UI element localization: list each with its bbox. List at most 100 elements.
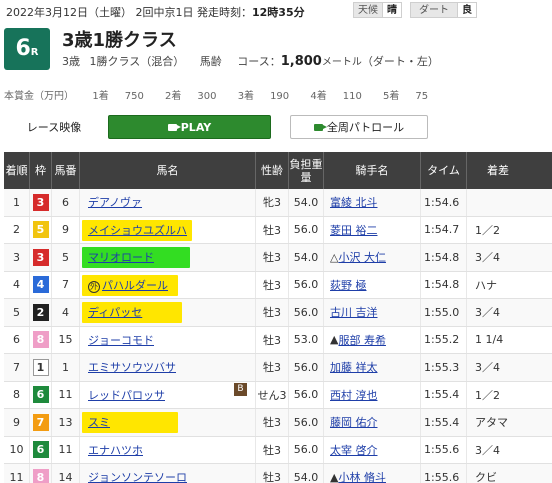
rank: 2 (4, 216, 30, 243)
horse-name-link[interactable]: 外パハルダール (88, 277, 168, 293)
patrol-button[interactable]: 全周パトロール (290, 115, 428, 139)
jockey-name-link[interactable]: 小沢 大仁 (338, 249, 386, 265)
horse-name-link[interactable]: スミ (88, 414, 110, 430)
jockey-name-link[interactable]: 加藤 祥太 (330, 359, 378, 375)
jockey-name-link[interactable]: 太宰 啓介 (330, 442, 378, 458)
margin: 3／4 (475, 361, 500, 375)
rank: 7 (4, 354, 30, 381)
waku-badge: 3 (32, 248, 49, 266)
course-label: コース： (237, 55, 281, 68)
horse-name: メイショウユズルハ (88, 223, 187, 237)
finish-time: 1:54.6 (421, 189, 467, 216)
horse-name-link[interactable]: ディパッセ (88, 304, 142, 320)
margin: 3／4 (475, 306, 500, 320)
horse-name-link[interactable]: ジョーコモド (88, 332, 154, 348)
carried-weight: 56.0 (289, 409, 324, 436)
horse-name-link[interactable]: メイショウユズルハ (88, 222, 187, 238)
jockey-name-link[interactable]: 荻野 極 (330, 277, 367, 293)
prize-place-5: 5着 (383, 91, 400, 102)
horse-name: パハルダール (102, 278, 168, 292)
jockey-name-link[interactable]: 古川 吉洋 (330, 304, 378, 320)
jockey-cell: ▲ 小林 脩斗 (324, 464, 421, 483)
horse-cell: スミ (80, 409, 256, 436)
sex-age: 牡3 (256, 271, 289, 298)
jockey-apprentice-mark: ▲ (330, 470, 339, 483)
prize-label: 本賞金（万円） (4, 91, 74, 102)
sex-age: 牡3 (256, 409, 289, 436)
finish-time: 1:54.7 (421, 216, 467, 243)
carried-weight: 56.0 (289, 381, 324, 408)
sex-age: せん3 (256, 381, 289, 408)
horse-number: 1 (52, 354, 80, 381)
track-value: 良 (458, 2, 477, 18)
track-label: ダート (410, 2, 458, 18)
horse-number: 14 (52, 464, 80, 483)
carried-weight: 56.0 (289, 271, 324, 298)
finish-time: 1:55.6 (421, 464, 467, 483)
margin: アタマ (475, 416, 508, 430)
header-jockey: 騎手名 (324, 152, 421, 189)
waku-cell: 4 (30, 271, 52, 298)
start-time: 12時35分 (251, 6, 305, 19)
header-horse: 馬名 (80, 152, 256, 189)
waku-badge: 4 (32, 276, 49, 294)
waku-cell: 6 (30, 381, 52, 408)
horse-name-link[interactable]: エミサソウツバサ (88, 359, 176, 375)
distance-unit: メートル (321, 57, 362, 68)
play-button[interactable]: PLAY (108, 115, 271, 139)
waku-badge: 8 (32, 468, 49, 483)
header-waku: 枠 (30, 152, 52, 189)
horse-number: 11 (52, 436, 80, 463)
horse-cell: エミサソウツバサ (80, 354, 256, 381)
header-margin: 着差 (487, 164, 509, 177)
jockey-cell: 古川 吉洋 (324, 299, 421, 326)
horse-name-link[interactable]: エナハツホ (88, 442, 143, 458)
margin: 1／2 (475, 388, 500, 402)
jockey-name-link[interactable]: 菱田 裕二 (330, 222, 378, 238)
waku-badge: 7 (32, 413, 49, 431)
rank: 4 (4, 271, 30, 298)
waku-badge: 2 (32, 303, 49, 321)
horse-name: エミサソウツバサ (88, 361, 176, 375)
jockey-cell: ▲ 服部 寿希 (324, 326, 421, 353)
prize-place-3: 3着 (237, 91, 255, 102)
carried-weight: 54.0 (289, 244, 324, 271)
margin: 3／4 (475, 443, 500, 457)
horse-cell: ディパッセ (80, 299, 256, 326)
jockey-name-link[interactable]: 藤岡 佑介 (330, 414, 378, 430)
carried-weight: 56.0 (289, 436, 324, 463)
jockey-name-link[interactable]: 西村 淳也 (330, 387, 378, 403)
horse-number: 5 (52, 244, 80, 271)
horse-name: ジョーコモド (88, 333, 154, 347)
jockey-name-link[interactable]: 富綾 北斗 (330, 194, 378, 210)
prize-amount-3: 190 (270, 91, 290, 102)
jockey-apprentice-mark: ▲ (330, 333, 339, 347)
carried-weight: 54.0 (289, 189, 324, 216)
sex-age: 牡3 (256, 354, 289, 381)
jockey-apprentice-mark: △ (330, 250, 339, 264)
jockey-name-link[interactable]: 小林 脩斗 (338, 469, 386, 483)
race-date-line: 2022年3月12日（土曜） 2回中京1日 発走時刻：12時35分 (6, 4, 306, 19)
horse-name-link[interactable]: デアノヴァ (88, 194, 142, 210)
horse-name: マリオロード (88, 251, 154, 265)
horse-name: スミ (88, 416, 110, 430)
header-rank: 着順 (4, 152, 30, 189)
waku-cell: 5 (30, 216, 52, 243)
horse-cell: ジョンソンテソーロ (80, 464, 256, 483)
jockey-name-link[interactable]: 服部 寿希 (338, 332, 386, 348)
horse-cell: ジョーコモド (80, 326, 256, 353)
horse-number: 4 (52, 299, 80, 326)
jockey-cell: 加藤 祥太 (324, 354, 421, 381)
jockey-cell: 荻野 極 (324, 271, 421, 298)
race-video-label: レース映像 (6, 115, 102, 139)
horse-cell: マリオロード (80, 244, 256, 271)
horse-cell: レッドパロッサ B (80, 381, 256, 408)
horse-name-link[interactable]: マリオロード (88, 249, 154, 265)
waku-badge: 3 (32, 193, 49, 211)
prize-amount-1: 750 (124, 91, 144, 102)
horse-name-link[interactable]: ジョンソンテソーロ (88, 469, 187, 483)
horse-cell: メイショウユズルハ (80, 216, 256, 243)
horse-name-link[interactable]: レッドパロッサ (88, 387, 165, 403)
condition-badges: 天候 晴 ダート 良 (353, 2, 485, 18)
horse-name: デアノヴァ (88, 196, 143, 210)
